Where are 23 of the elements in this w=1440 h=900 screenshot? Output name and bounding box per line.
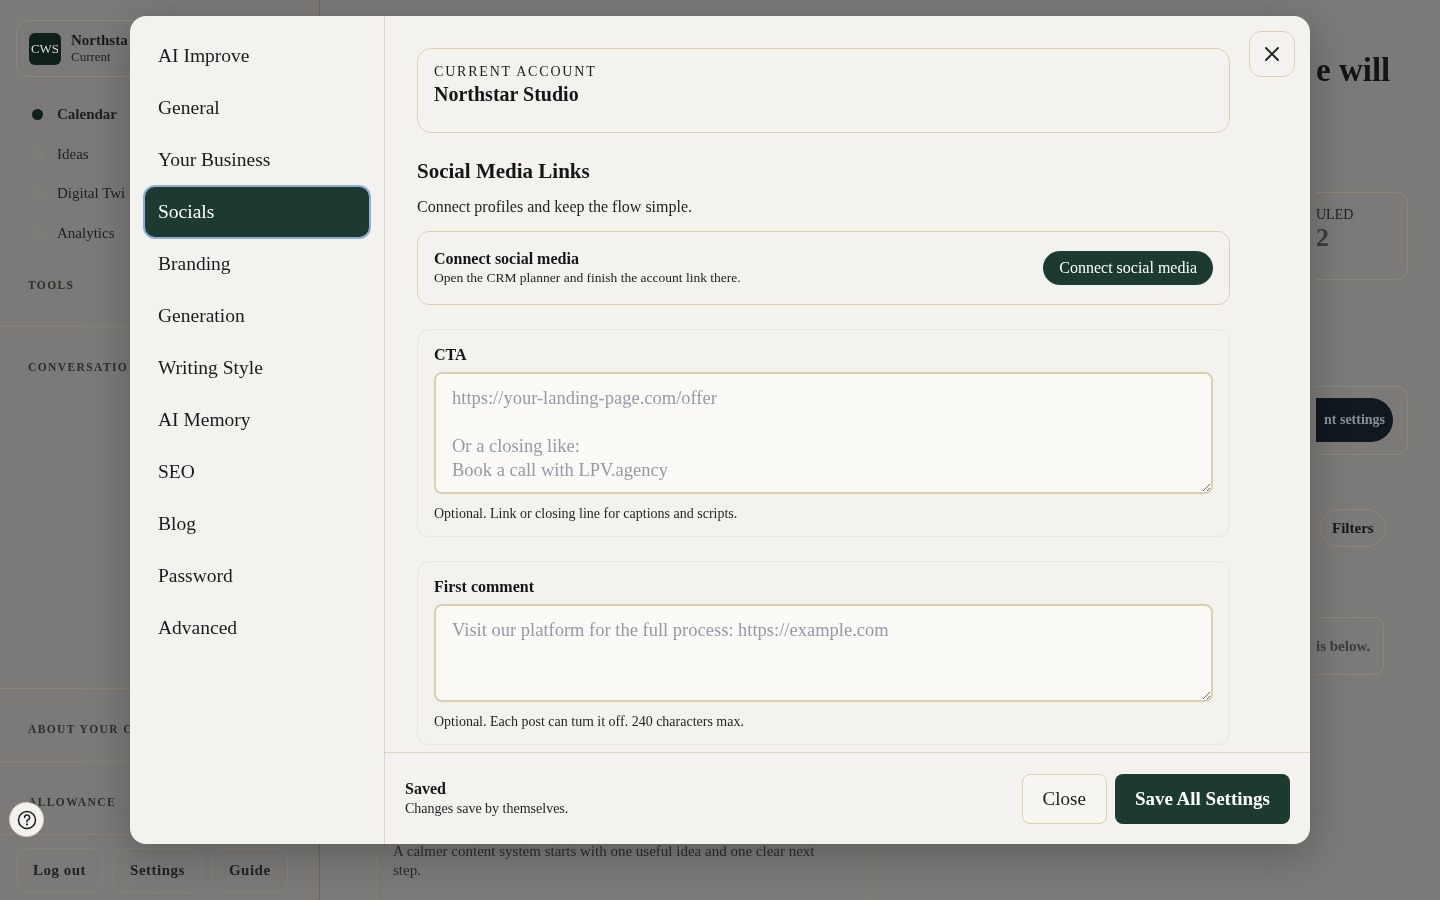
current-account-label: CURRENT ACCOUNT — [434, 64, 598, 80]
save-status: Saved — [405, 780, 447, 798]
account-name: Northsta — [71, 32, 128, 49]
section-subtitle: Connect profiles and keep the flow simple. — [417, 198, 694, 216]
account-logo: CWS — [29, 32, 61, 65]
field-hint: Optional. Link or closing line for captions and scripts. — [434, 506, 739, 522]
account-status: Current — [71, 49, 112, 65]
field-label: First comment — [434, 578, 535, 596]
section-heading: ALLOWANCE — [28, 796, 116, 808]
greeting-heading: e will — [1316, 52, 1391, 89]
field-label: CTA — [434, 346, 468, 364]
current-account-name: Northstar Studio — [434, 83, 580, 106]
notice-text: is below. — [1316, 637, 1371, 655]
field-hint: Optional. Each post can turn it off. 240 characters max. — [434, 714, 745, 730]
section-heading: CONVERSATIO — [28, 361, 129, 373]
section-heading: TOOLS — [28, 279, 75, 291]
stat-value: 2 — [1316, 223, 1330, 253]
connect-title: Connect social media — [434, 250, 580, 268]
tip-text: A calmer content system starts with one useful idea and one clear next step. — [393, 843, 815, 878]
save-note: Changes save by themselves. — [405, 801, 569, 817]
stat-label: ULED — [1316, 207, 1355, 223]
connect-description: Open the CRM planner and finish the account link there. — [434, 270, 741, 286]
section-title: Social Media Links — [417, 159, 591, 184]
